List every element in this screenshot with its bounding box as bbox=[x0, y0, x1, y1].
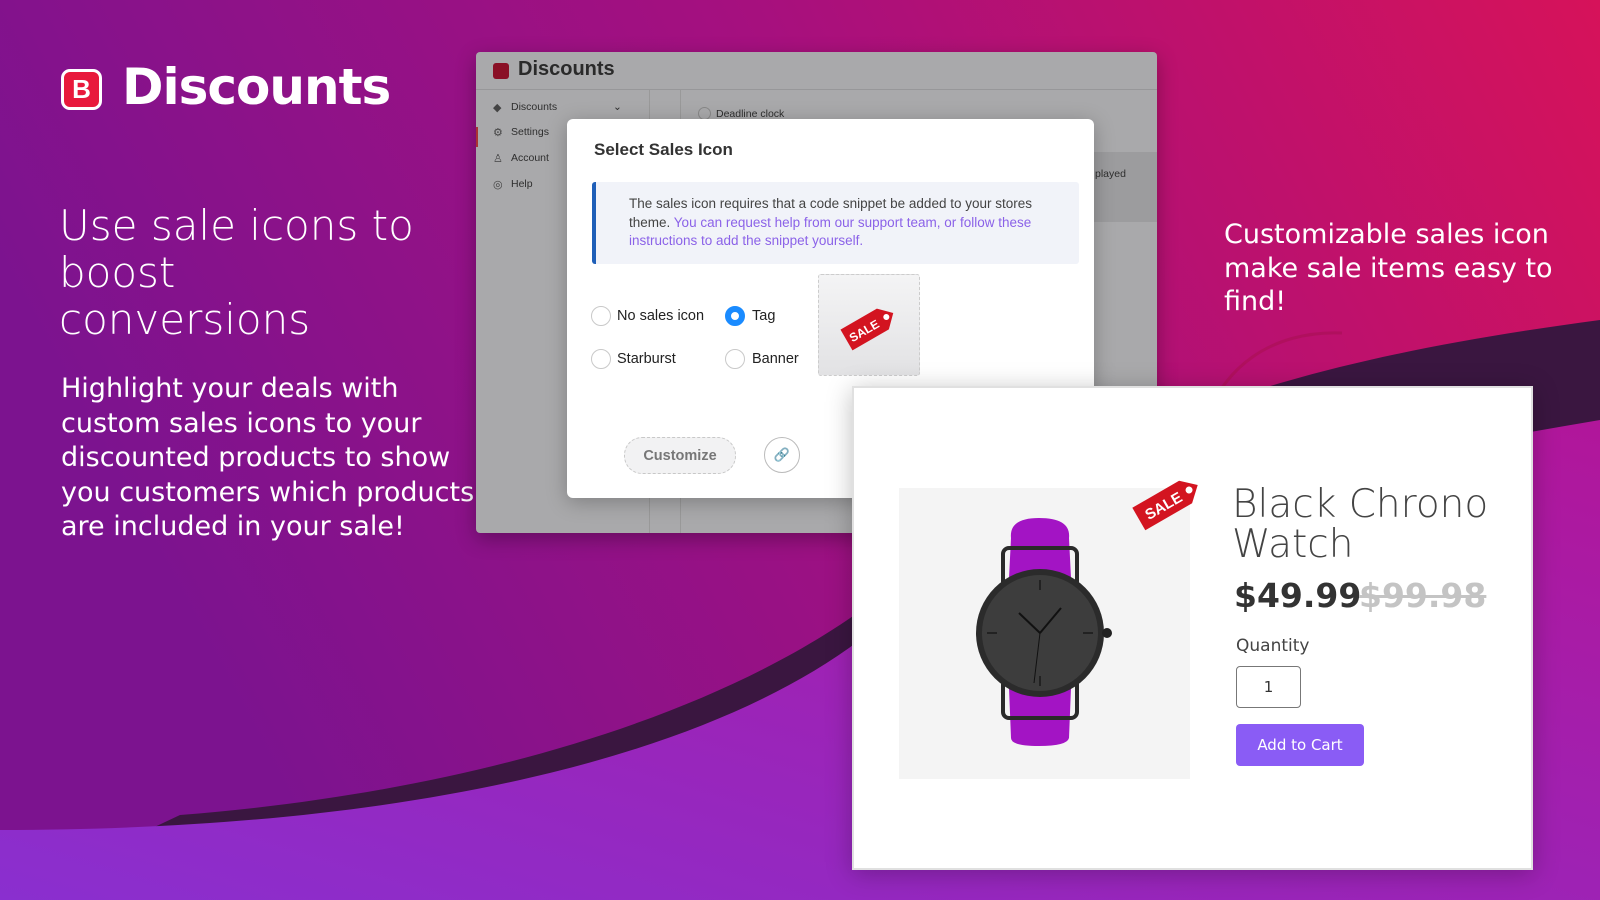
radio-banner[interactable] bbox=[725, 349, 745, 369]
original-price: $99.98 bbox=[1359, 576, 1487, 615]
app-logo-icon bbox=[493, 63, 509, 79]
sale-tag-badge: SALE bbox=[1132, 480, 1198, 531]
brand-logo: B bbox=[61, 69, 102, 110]
icon-preview: SALE bbox=[818, 274, 920, 376]
brand-name: Discounts bbox=[122, 58, 391, 116]
callout-text: Customizable sales icon make sale items … bbox=[1224, 219, 1553, 317]
product-card: SALE Black Chrono Watch $49.99 $99.98 Qu… bbox=[852, 386, 1533, 870]
support-link[interactable]: You can request help from our support te… bbox=[629, 215, 1031, 249]
admin-header: Discounts bbox=[476, 52, 1157, 90]
tag-icon: ◆ bbox=[493, 102, 502, 114]
customize-button[interactable]: Customize bbox=[624, 437, 736, 474]
product-title: Black Chrono Watch bbox=[1232, 482, 1489, 567]
admin-title: Discounts bbox=[518, 58, 615, 80]
background-text: played bbox=[1095, 168, 1126, 180]
label-tag: Tag bbox=[752, 308, 776, 324]
info-banner: The sales icon requires that a code snip… bbox=[592, 182, 1079, 264]
label-starburst: Starburst bbox=[617, 351, 676, 367]
label-banner: Banner bbox=[752, 351, 799, 367]
logo-letter: B bbox=[72, 74, 91, 104]
help-icon: ◎ bbox=[493, 179, 503, 191]
radio-no-sales-icon[interactable] bbox=[591, 306, 611, 326]
user-icon: ♙ bbox=[493, 153, 503, 165]
chevron-down-icon: ⌄ bbox=[613, 101, 622, 113]
label-no-sales-icon: No sales icon bbox=[617, 308, 705, 324]
description: Highlight your deals with custom sales i… bbox=[61, 373, 475, 542]
gear-icon: ⚙ bbox=[493, 127, 503, 139]
sale-price: $49.99 bbox=[1234, 576, 1362, 615]
link-icon: 🔗 bbox=[773, 447, 791, 462]
quantity-label: Quantity bbox=[1236, 636, 1310, 656]
quantity-input[interactable] bbox=[1236, 666, 1301, 708]
link-button[interactable]: 🔗 bbox=[764, 437, 800, 473]
sale-tag-icon: SALE bbox=[840, 308, 894, 351]
radio-starburst[interactable] bbox=[591, 349, 611, 369]
modal-title: Select Sales Icon bbox=[594, 140, 733, 159]
radio-tag[interactable] bbox=[725, 306, 745, 326]
headline: Use sale icons to boost conversions bbox=[59, 201, 414, 344]
add-to-cart-button[interactable]: Add to Cart bbox=[1236, 724, 1364, 766]
